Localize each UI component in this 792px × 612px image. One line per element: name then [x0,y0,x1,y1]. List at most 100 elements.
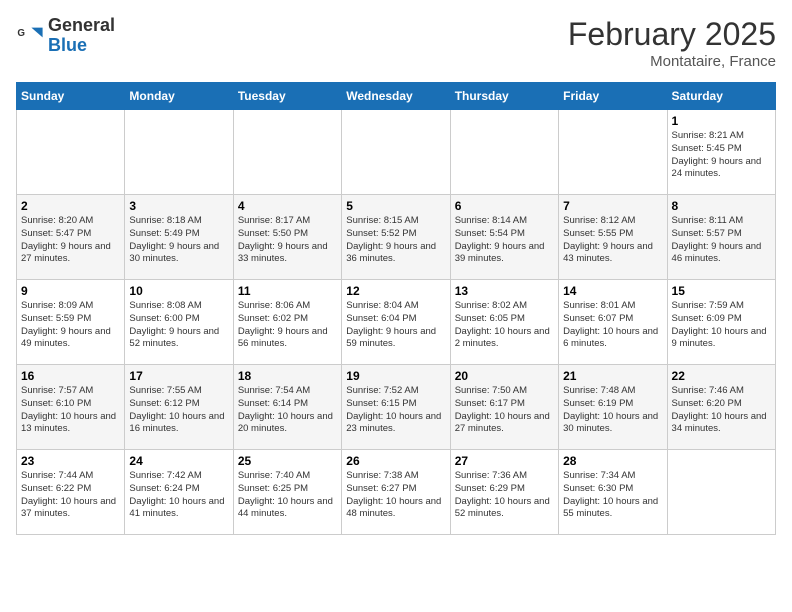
day-number: 11 [238,284,337,298]
col-thursday: Thursday [450,83,558,110]
day-info: Sunrise: 7:34 AM Sunset: 6:30 PM Dayligh… [563,470,662,521]
day-info: Sunrise: 8:15 AM Sunset: 5:52 PM Dayligh… [346,215,445,266]
day-info: Sunrise: 7:54 AM Sunset: 6:14 PM Dayligh… [238,385,337,436]
day-cell-4-5: 28 Sunrise: 7:34 AM Sunset: 6:30 PM Dayli… [559,450,667,535]
day-cell-0-3 [342,110,450,195]
day-number: 4 [238,199,337,213]
day-cell-0-6: 1Sunrise: 8:21 AM Sunset: 5:45 PM Daylig… [667,110,775,195]
day-cell-3-4: 20 Sunrise: 7:50 AM Sunset: 6:17 PM Dayli… [450,365,558,450]
day-number: 7 [563,199,662,213]
col-tuesday: Tuesday [233,83,341,110]
day-cell-3-3: 19 Sunrise: 7:52 AM Sunset: 6:15 PM Dayli… [342,365,450,450]
day-info: Sunrise: 8:04 AM Sunset: 6:04 PM Dayligh… [346,300,445,351]
day-number: 17 [129,369,228,383]
day-cell-4-2: 25Sunrise: 7:40 AM Sunset: 6:25 PM Dayli… [233,450,341,535]
day-cell-4-6 [667,450,775,535]
day-number: 26 [346,454,445,468]
day-number: 13 [455,284,554,298]
day-info: Sunrise: 7:36 AM Sunset: 6:29 PM Dayligh… [455,470,554,521]
day-info: Sunrise: 7:50 AM Sunset: 6:17 PM Dayligh… [455,385,554,436]
day-cell-0-1 [125,110,233,195]
day-cell-1-1: 3Sunrise: 8:18 AM Sunset: 5:49 PM Daylig… [125,195,233,280]
week-row-1: 1Sunrise: 8:21 AM Sunset: 5:45 PM Daylig… [17,110,776,195]
day-info: Sunrise: 7:48 AM Sunset: 6:19 PM Dayligh… [563,385,662,436]
day-number: 15 [672,284,771,298]
day-cell-3-1: 17 Sunrise: 7:55 AM Sunset: 6:12 PM Dayli… [125,365,233,450]
day-cell-1-4: 6 Sunrise: 8:14 AM Sunset: 5:54 PM Daylig… [450,195,558,280]
day-number: 21 [563,369,662,383]
week-row-2: 2 Sunrise: 8:20 AM Sunset: 5:47 PM Daylig… [17,195,776,280]
day-number: 12 [346,284,445,298]
day-info: Sunrise: 7:52 AM Sunset: 6:15 PM Dayligh… [346,385,445,436]
day-cell-2-5: 14 Sunrise: 8:01 AM Sunset: 6:07 PM Dayli… [559,280,667,365]
day-cell-0-5 [559,110,667,195]
day-info: Sunrise: 8:12 AM Sunset: 5:55 PM Dayligh… [563,215,662,266]
col-friday: Friday [559,83,667,110]
day-number: 6 [455,199,554,213]
calendar-header-row: Sunday Monday Tuesday Wednesday Thursday… [17,83,776,110]
day-cell-1-2: 4 Sunrise: 8:17 AM Sunset: 5:50 PM Daylig… [233,195,341,280]
day-cell-0-4 [450,110,558,195]
month-title: February 2025 [568,16,776,53]
day-cell-1-6: 8Sunrise: 8:11 AM Sunset: 5:57 PM Daylig… [667,195,775,280]
day-info: Sunrise: 7:59 AM Sunset: 6:09 PM Dayligh… [672,300,771,351]
day-cell-1-0: 2 Sunrise: 8:20 AM Sunset: 5:47 PM Daylig… [17,195,125,280]
day-info: Sunrise: 8:02 AM Sunset: 6:05 PM Dayligh… [455,300,554,351]
day-info: Sunrise: 8:17 AM Sunset: 5:50 PM Dayligh… [238,215,337,266]
day-info: Sunrise: 8:01 AM Sunset: 6:07 PM Dayligh… [563,300,662,351]
day-number: 25 [238,454,337,468]
day-cell-3-5: 21 Sunrise: 7:48 AM Sunset: 6:19 PM Dayli… [559,365,667,450]
day-cell-4-0: 23Sunrise: 7:44 AM Sunset: 6:22 PM Dayli… [17,450,125,535]
day-cell-2-1: 10Sunrise: 8:08 AM Sunset: 6:00 PM Dayli… [125,280,233,365]
svg-text:G: G [17,28,25,39]
day-cell-2-6: 15 Sunrise: 7:59 AM Sunset: 6:09 PM Dayli… [667,280,775,365]
day-info: Sunrise: 8:20 AM Sunset: 5:47 PM Dayligh… [21,215,120,266]
col-sunday: Sunday [17,83,125,110]
day-number: 1 [672,114,771,128]
day-cell-0-2 [233,110,341,195]
week-row-4: 16Sunrise: 7:57 AM Sunset: 6:10 PM Dayli… [17,365,776,450]
day-number: 22 [672,369,771,383]
day-info: Sunrise: 7:42 AM Sunset: 6:24 PM Dayligh… [129,470,228,521]
day-number: 14 [563,284,662,298]
day-cell-3-6: 22 Sunrise: 7:46 AM Sunset: 6:20 PM Dayli… [667,365,775,450]
day-cell-3-2: 18 Sunrise: 7:54 AM Sunset: 6:14 PM Dayli… [233,365,341,450]
day-number: 5 [346,199,445,213]
day-number: 2 [21,199,120,213]
logo-text: GeneralBlue [48,16,115,56]
day-info: Sunrise: 8:14 AM Sunset: 5:54 PM Dayligh… [455,215,554,266]
day-number: 18 [238,369,337,383]
day-number: 20 [455,369,554,383]
day-number: 23 [21,454,120,468]
day-cell-1-5: 7 Sunrise: 8:12 AM Sunset: 5:55 PM Daylig… [559,195,667,280]
day-number: 19 [346,369,445,383]
logo: G GeneralBlue [16,16,115,56]
day-number: 16 [21,369,120,383]
title-section: February 2025 Montataire, France [568,16,776,70]
col-saturday: Saturday [667,83,775,110]
location: Montataire, France [568,53,776,70]
col-wednesday: Wednesday [342,83,450,110]
day-info: Sunrise: 7:38 AM Sunset: 6:27 PM Dayligh… [346,470,445,521]
day-cell-0-0 [17,110,125,195]
day-cell-2-2: 11 Sunrise: 8:06 AM Sunset: 6:02 PM Dayli… [233,280,341,365]
day-cell-2-4: 13 Sunrise: 8:02 AM Sunset: 6:05 PM Dayli… [450,280,558,365]
day-info: Sunrise: 8:18 AM Sunset: 5:49 PM Dayligh… [129,215,228,266]
day-info: Sunrise: 8:08 AM Sunset: 6:00 PM Dayligh… [129,300,228,351]
day-cell-4-1: 24 Sunrise: 7:42 AM Sunset: 6:24 PM Dayli… [125,450,233,535]
day-cell-4-4: 27 Sunrise: 7:36 AM Sunset: 6:29 PM Dayli… [450,450,558,535]
day-number: 24 [129,454,228,468]
day-cell-2-3: 12 Sunrise: 8:04 AM Sunset: 6:04 PM Dayli… [342,280,450,365]
day-info: Sunrise: 7:46 AM Sunset: 6:20 PM Dayligh… [672,385,771,436]
day-cell-3-0: 16Sunrise: 7:57 AM Sunset: 6:10 PM Dayli… [17,365,125,450]
page-header: G GeneralBlue February 2025 Montataire, … [16,16,776,70]
day-info: Sunrise: 7:55 AM Sunset: 6:12 PM Dayligh… [129,385,228,436]
week-row-5: 23Sunrise: 7:44 AM Sunset: 6:22 PM Dayli… [17,450,776,535]
calendar-table: Sunday Monday Tuesday Wednesday Thursday… [16,82,776,535]
day-cell-4-3: 26 Sunrise: 7:38 AM Sunset: 6:27 PM Dayli… [342,450,450,535]
day-number: 27 [455,454,554,468]
week-row-3: 9Sunrise: 8:09 AM Sunset: 5:59 PM Daylig… [17,280,776,365]
day-cell-1-3: 5 Sunrise: 8:15 AM Sunset: 5:52 PM Daylig… [342,195,450,280]
day-info: Sunrise: 8:06 AM Sunset: 6:02 PM Dayligh… [238,300,337,351]
day-number: 28 [563,454,662,468]
